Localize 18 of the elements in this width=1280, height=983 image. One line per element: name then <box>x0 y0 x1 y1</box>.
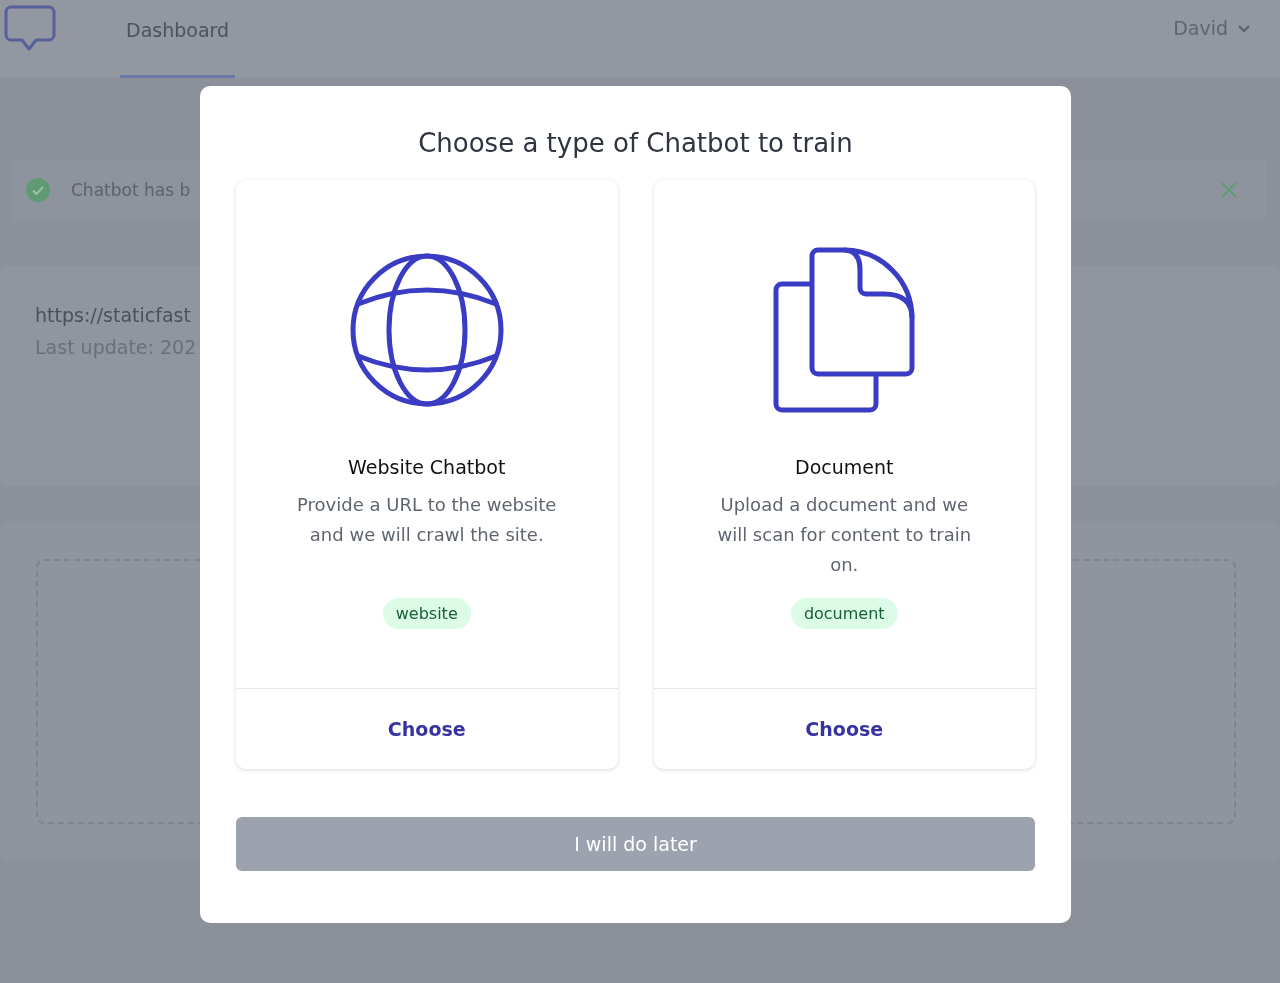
close-button[interactable] <box>1220 181 1238 199</box>
option-title: Website Chatbot <box>348 455 506 480</box>
option-description: Upload a document and we will scan for content to train on. <box>716 493 973 577</box>
check-circle-icon <box>25 177 51 203</box>
dialog-title: Choose a type of Chatbot to train <box>417 127 854 160</box>
documents-icon <box>772 246 917 414</box>
speech-bubble-logo-icon <box>3 4 57 52</box>
type-tag: website <box>382 598 471 629</box>
choose-button[interactable]: Choose <box>236 689 618 769</box>
close-icon <box>1220 181 1238 199</box>
chevron-down-icon <box>1238 25 1250 33</box>
source-url: https://staticfast <box>35 304 192 326</box>
type-tag: document <box>790 598 898 629</box>
do-later-button[interactable]: I will do later <box>236 817 1035 871</box>
choose-button[interactable]: Choose <box>653 689 1035 769</box>
nav-tab[interactable]: Dashboard <box>120 0 236 78</box>
option-title: Document <box>795 455 894 480</box>
option-description: Provide a URL to the website and we will crawl the site. <box>296 493 558 547</box>
